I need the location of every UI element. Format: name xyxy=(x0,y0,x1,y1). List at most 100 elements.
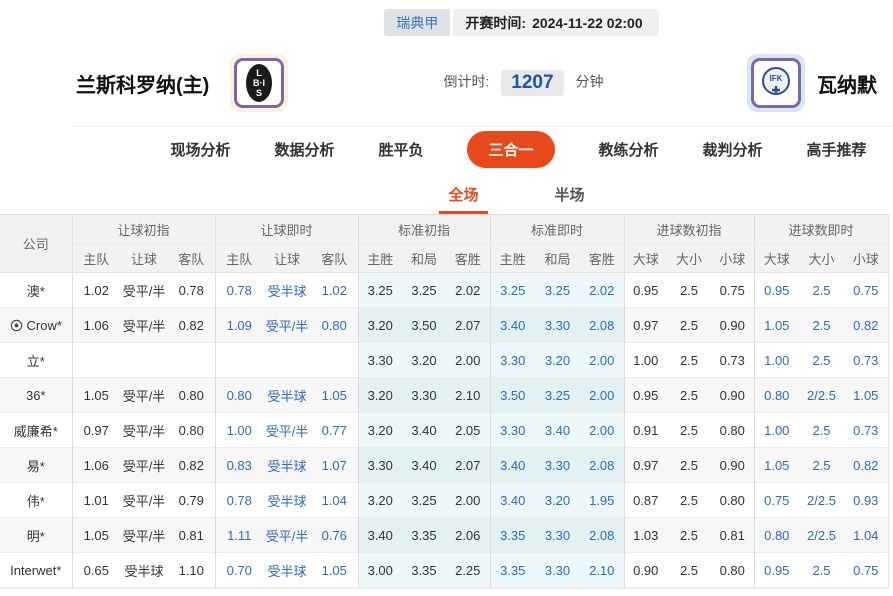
std-live-odds[interactable]: 2.00 xyxy=(580,377,624,413)
nav-tab-data-analysis[interactable]: 数据分析 xyxy=(274,139,334,160)
std-live-odds[interactable]: 3.20 xyxy=(535,342,580,378)
handicap-live-odds[interactable]: 1.09 xyxy=(214,307,263,343)
std-live-odds[interactable]: 3.20 xyxy=(535,482,580,518)
goals-live-odds[interactable]: 0.80 xyxy=(753,377,800,413)
std-live-odds[interactable]: 3.50 xyxy=(489,377,535,413)
std-live-odds[interactable]: 3.25 xyxy=(535,272,580,308)
handicap-live-odds[interactable] xyxy=(263,343,311,378)
std-live-odds[interactable]: 1.95 xyxy=(580,482,624,518)
goals-live-odds[interactable]: 2.5 xyxy=(799,553,844,588)
handicap-live-odds[interactable] xyxy=(214,342,263,378)
goals-live-odds[interactable]: 0.73 xyxy=(844,343,888,378)
company-cell[interactable]: 易* xyxy=(0,447,73,483)
std-live-odds[interactable]: 3.35 xyxy=(489,517,535,553)
handicap-live-odds[interactable]: 受半球 xyxy=(263,377,311,413)
goals-live-odds[interactable]: 1.04 xyxy=(844,517,889,553)
company-cell[interactable]: 伟* xyxy=(0,482,73,518)
std-live-odds[interactable]: 3.40 xyxy=(489,482,535,518)
std-live-odds[interactable]: 3.30 xyxy=(535,552,580,588)
goals-live-odds[interactable]: 0.80 xyxy=(753,517,800,553)
nav-tab-referee-analysis[interactable]: 裁判分析 xyxy=(703,139,763,160)
handicap-live-odds[interactable]: 0.70 xyxy=(214,552,263,588)
handicap-live-odds[interactable]: 受平/半 xyxy=(263,517,311,553)
handicap-live-odds[interactable]: 1.05 xyxy=(311,377,358,413)
goals-live-odds[interactable]: 2.5 xyxy=(799,273,844,308)
handicap-live-odds[interactable]: 1.11 xyxy=(214,517,263,553)
company-cell[interactable]: 36* xyxy=(0,377,73,413)
std-live-odds[interactable]: 3.40 xyxy=(489,447,535,483)
handicap-live-odds[interactable]: 0.78 xyxy=(214,272,263,308)
handicap-live-odds[interactable]: 0.80 xyxy=(311,307,358,343)
goals-live-odds[interactable]: 2/2.5 xyxy=(799,483,844,518)
nav-tab-win-draw-lose[interactable]: 胜平负 xyxy=(378,139,423,160)
goals-live-odds[interactable]: 0.75 xyxy=(753,482,800,518)
goals-live-odds[interactable]: 0.75 xyxy=(844,273,888,308)
tab-half-time[interactable]: 半场 xyxy=(546,178,594,214)
goals-live-odds[interactable]: 2.5 xyxy=(799,447,845,483)
goals-live-odds[interactable]: 1.05 xyxy=(753,307,800,343)
std-live-odds[interactable]: 3.25 xyxy=(535,377,580,413)
std-live-odds[interactable]: 3.30 xyxy=(535,517,580,553)
goals-live-odds[interactable]: 1.05 xyxy=(844,377,889,413)
handicap-live-odds[interactable]: 受半球 xyxy=(263,553,311,588)
goals-live-odds[interactable]: 0.82 xyxy=(844,447,889,483)
handicap-live-odds[interactable]: 受半球 xyxy=(263,447,311,483)
handicap-live-odds[interactable]: 受半球 xyxy=(263,483,311,518)
goals-live-odds[interactable]: 2/2.5 xyxy=(799,377,845,413)
handicap-live-odds[interactable]: 1.04 xyxy=(311,483,358,518)
company-cell[interactable]: Interwet* xyxy=(0,552,73,588)
handicap-live-odds[interactable]: 1.00 xyxy=(214,412,263,448)
tab-full-time[interactable]: 全场 xyxy=(439,178,488,214)
std-live-odds[interactable]: 2.00 xyxy=(580,342,624,378)
goals-live-odds[interactable]: 0.93 xyxy=(844,483,888,518)
goals-live-odds[interactable]: 0.95 xyxy=(753,552,800,588)
handicap-live-odds[interactable] xyxy=(311,343,358,378)
handicap-live-odds[interactable]: 1.07 xyxy=(311,447,358,483)
std-live-odds[interactable]: 2.08 xyxy=(580,517,624,553)
goals-live-odds[interactable]: 2.5 xyxy=(799,343,844,378)
handicap-live-odds[interactable]: 0.80 xyxy=(214,377,263,413)
company-cell[interactable]: 威廉希* xyxy=(0,412,73,448)
std-live-odds[interactable]: 2.00 xyxy=(580,412,624,448)
handicap-live-odds[interactable]: 受平/半 xyxy=(263,307,311,343)
goals-live-odds[interactable]: 0.75 xyxy=(844,553,888,588)
league-badge[interactable]: 瑞典甲 xyxy=(384,9,451,36)
goals-live-odds[interactable]: 1.00 xyxy=(753,342,800,378)
std-live-odds[interactable]: 2.10 xyxy=(580,552,624,588)
company-cell[interactable]: 立* xyxy=(0,342,73,378)
std-live-odds[interactable]: 2.02 xyxy=(580,272,624,308)
std-live-odds[interactable]: 3.30 xyxy=(535,447,580,483)
handicap-live-odds[interactable]: 1.05 xyxy=(311,553,358,588)
goals-live-odds[interactable]: 2/2.5 xyxy=(799,517,845,553)
goals-live-odds[interactable]: 0.95 xyxy=(753,272,800,308)
nav-tab-three-in-one[interactable]: 三合一 xyxy=(467,130,555,168)
std-live-odds[interactable]: 3.30 xyxy=(489,412,535,448)
handicap-live-odds[interactable]: 1.02 xyxy=(311,273,358,308)
goals-live-odds[interactable]: 1.05 xyxy=(753,447,800,483)
nav-tab-live-analysis[interactable]: 现场分析 xyxy=(170,139,230,160)
nav-tab-coach-analysis[interactable]: 教练分析 xyxy=(599,139,659,160)
handicap-live-odds[interactable]: 0.83 xyxy=(214,447,263,483)
handicap-live-odds[interactable]: 受平/半 xyxy=(263,413,311,448)
goals-live-odds[interactable]: 2.5 xyxy=(799,413,844,448)
goals-live-odds[interactable]: 0.73 xyxy=(844,413,888,448)
goals-live-odds[interactable]: 1.00 xyxy=(753,412,800,448)
handicap-live-odds[interactable]: 0.76 xyxy=(311,517,358,553)
company-cell[interactable]: 澳* xyxy=(0,272,73,308)
std-live-odds[interactable]: 3.30 xyxy=(535,307,580,343)
std-live-odds[interactable]: 3.25 xyxy=(489,272,535,308)
company-cell[interactable]: Crow* xyxy=(0,307,73,343)
handicap-live-odds[interactable]: 0.78 xyxy=(214,482,263,518)
std-live-odds[interactable]: 3.30 xyxy=(489,342,535,378)
std-live-odds[interactable]: 3.40 xyxy=(489,307,535,343)
company-cell[interactable]: 明* xyxy=(0,517,73,553)
std-live-odds[interactable]: 3.40 xyxy=(535,412,580,448)
std-live-odds[interactable]: 2.08 xyxy=(580,307,624,343)
std-live-odds[interactable]: 3.35 xyxy=(489,552,535,588)
goals-live-odds[interactable]: 0.82 xyxy=(844,307,889,343)
nav-tab-expert-picks[interactable]: 高手推荐 xyxy=(807,139,867,160)
handicap-live-odds[interactable]: 0.77 xyxy=(311,413,358,448)
goals-live-odds[interactable]: 2.5 xyxy=(799,307,845,343)
handicap-live-odds[interactable]: 受半球 xyxy=(263,273,311,308)
std-live-odds[interactable]: 2.08 xyxy=(580,447,624,483)
